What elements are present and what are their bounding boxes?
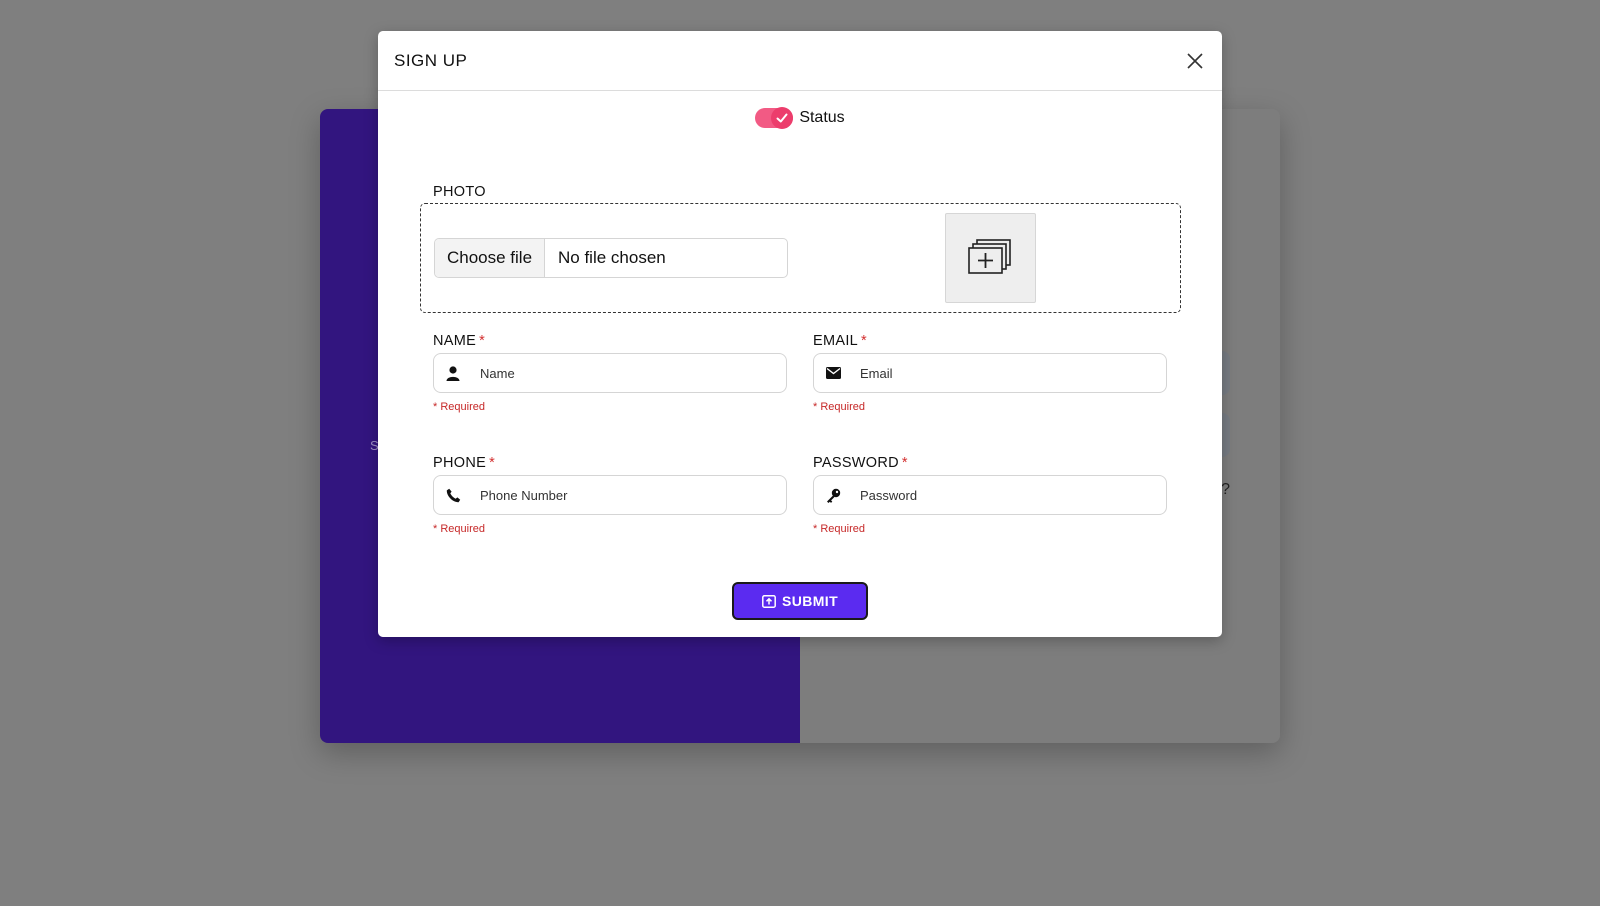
modal-title: SIGN UP (394, 50, 468, 70)
password-label: PASSWORD * (813, 455, 908, 471)
photo-preview[interactable] (945, 213, 1036, 303)
photo-dropzone[interactable]: Choose file No file chosen (420, 203, 1181, 313)
name-required-note: * Required (433, 401, 485, 413)
toggle-knob (771, 107, 794, 129)
email-input[interactable] (860, 365, 1150, 381)
phone-icon (434, 488, 472, 503)
phone-input[interactable] (480, 487, 770, 503)
modal-header: SIGN UP (378, 31, 1222, 91)
name-label: NAME * (433, 333, 486, 349)
status-label: Status (799, 109, 845, 126)
photo-label: PHOTO (433, 184, 486, 200)
name-field[interactable] (433, 353, 787, 393)
phone-required-note: * Required (433, 523, 485, 535)
signup-modal: SIGN UP Status PHOTO Choose file No file… (378, 31, 1222, 637)
choose-file-button[interactable]: Choose file (435, 239, 545, 277)
password-input[interactable] (860, 487, 1150, 503)
password-field[interactable] (813, 475, 1167, 515)
email-field[interactable] (813, 353, 1167, 393)
upload-icon (762, 594, 776, 608)
file-status-text: No file chosen (558, 248, 666, 267)
status-toggle-row: Status (378, 107, 1222, 129)
name-input[interactable] (480, 365, 770, 381)
user-icon (434, 365, 472, 381)
email-label: EMAIL * (813, 333, 867, 349)
status-toggle[interactable] (755, 107, 794, 129)
password-required-note: * Required (813, 523, 865, 535)
submit-label: SUBMIT (781, 593, 839, 609)
email-required-note: * Required (813, 401, 865, 413)
close-icon (1187, 52, 1203, 69)
background-ghost-text: ? (1221, 481, 1230, 498)
key-icon (814, 488, 852, 503)
submit-button[interactable]: SUBMIT (732, 582, 868, 620)
add-image-icon (967, 239, 1011, 274)
phone-label: PHONE * (433, 455, 496, 471)
close-button[interactable] (1184, 50, 1206, 72)
file-input[interactable]: Choose file No file chosen (434, 238, 788, 278)
check-icon (776, 113, 788, 123)
envelope-icon (814, 367, 852, 379)
phone-field[interactable] (433, 475, 787, 515)
